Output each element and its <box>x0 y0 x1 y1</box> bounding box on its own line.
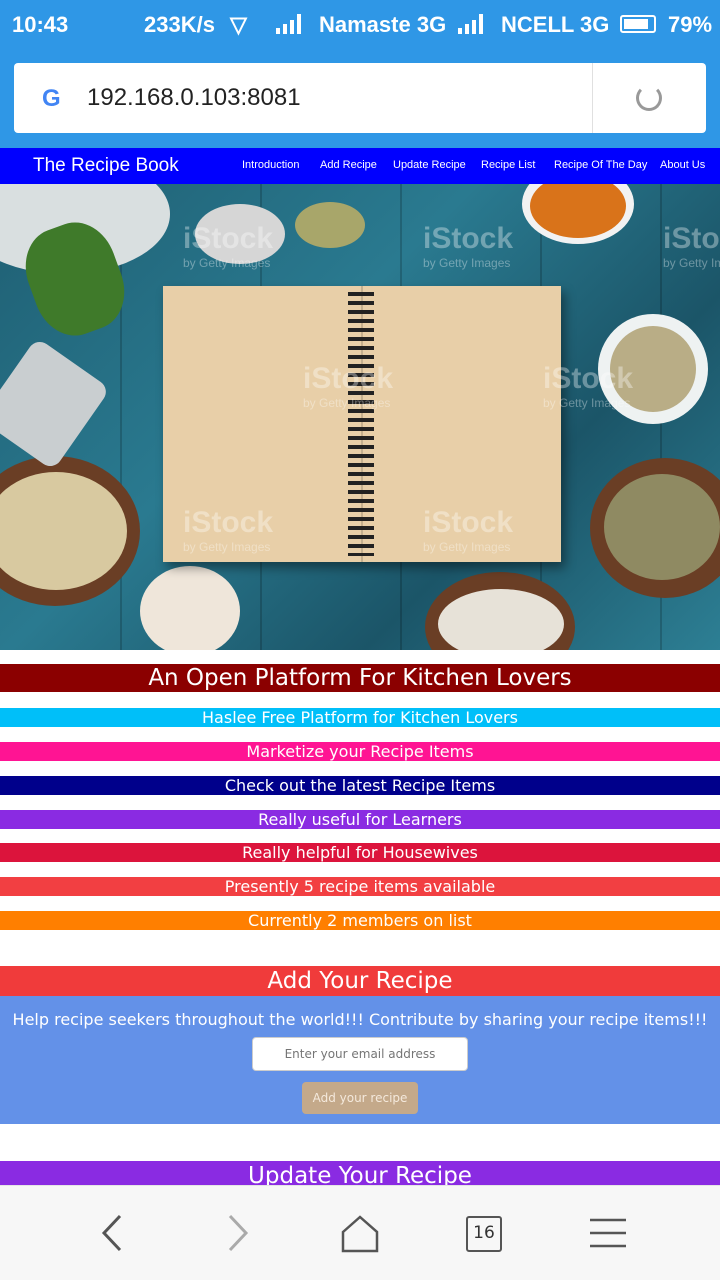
signal-icon <box>276 14 306 34</box>
watermark: iStockby Getty Images <box>543 362 634 410</box>
status-carrier-1: Namaste 3G <box>319 12 447 37</box>
google-icon: G <box>42 85 61 112</box>
email-field[interactable] <box>252 1037 468 1071</box>
feature-bar: Really helpful for Housewives <box>0 843 720 862</box>
add-recipe-section: Help recipe seekers throughout the world… <box>0 996 720 1124</box>
add-recipe-heading: Add Your Recipe <box>0 966 720 996</box>
url-text[interactable]: 192.168.0.103:8081 <box>87 84 301 112</box>
feature-bar: Currently 2 members on list <box>0 911 720 930</box>
address-bar-divider <box>592 63 593 133</box>
nav-link-update-recipe[interactable]: Update Recipe <box>393 159 466 171</box>
nav-link-about-us[interactable]: About Us <box>660 159 705 171</box>
watermark: iStockby Getty Images <box>183 506 274 554</box>
nav-link-recipe-list[interactable]: Recipe List <box>481 159 535 171</box>
watermark: iStockby Getty Images <box>183 222 274 270</box>
hero-image: iStock by Getty Images iStock by Getty Ima… <box>0 184 720 650</box>
home-icon[interactable] <box>340 1214 380 1254</box>
signal-icon <box>458 14 488 34</box>
reload-icon[interactable] <box>636 85 662 111</box>
status-carrier-2: NCELL 3G <box>501 12 610 37</box>
battery-icon <box>620 15 656 33</box>
site-navbar: The Recipe Book Introduction Add Recipe … <box>0 148 720 184</box>
status-time: 10:43 <box>12 12 69 37</box>
wifi-icon: ▽ <box>230 12 247 37</box>
nav-link-add-recipe[interactable]: Add Recipe <box>320 159 377 171</box>
watermark: iStockby Getty Images <box>303 362 394 410</box>
site-brand[interactable]: The Recipe Book <box>33 155 179 177</box>
nav-link-recipe-of-the-day[interactable]: Recipe Of The Day <box>554 159 647 171</box>
tabs-button[interactable]: 16 <box>466 1216 502 1252</box>
browser-bottom-bar: 16 <box>0 1185 720 1280</box>
status-bar: 10:43 233K/s ▽ Namaste 3G NCELL 3G 79% <box>0 0 720 50</box>
watermark: iStockby Getty Images <box>423 222 514 270</box>
status-battery-level: 79% <box>668 12 713 37</box>
menu-icon[interactable] <box>588 1216 628 1250</box>
feature-bar: Really useful for Learners <box>0 810 720 829</box>
status-network-speed: 233K/s <box>144 12 215 37</box>
feature-bar: Presently 5 recipe items available <box>0 877 720 896</box>
forward-icon[interactable] <box>222 1213 252 1253</box>
browser-toolbar: G 192.168.0.103:8081 <box>0 50 720 148</box>
watermark: iStockby Getty Images <box>663 222 720 270</box>
nav-link-introduction[interactable]: Introduction <box>242 159 299 171</box>
feature-bar: Marketize your Recipe Items <box>0 742 720 761</box>
back-icon[interactable] <box>98 1213 128 1253</box>
add-recipe-button[interactable]: Add your recipe <box>302 1082 418 1114</box>
headline: An Open Platform For Kitchen Lovers <box>0 664 720 692</box>
add-recipe-help-text: Help recipe seekers throughout the world… <box>12 1010 708 1029</box>
feature-bar: Check out the latest Recipe Items <box>0 776 720 795</box>
feature-bar: Haslee Free Platform for Kitchen Lovers <box>0 708 720 727</box>
watermark: iStockby Getty Images <box>423 506 514 554</box>
address-bar[interactable]: G 192.168.0.103:8081 <box>14 63 706 133</box>
